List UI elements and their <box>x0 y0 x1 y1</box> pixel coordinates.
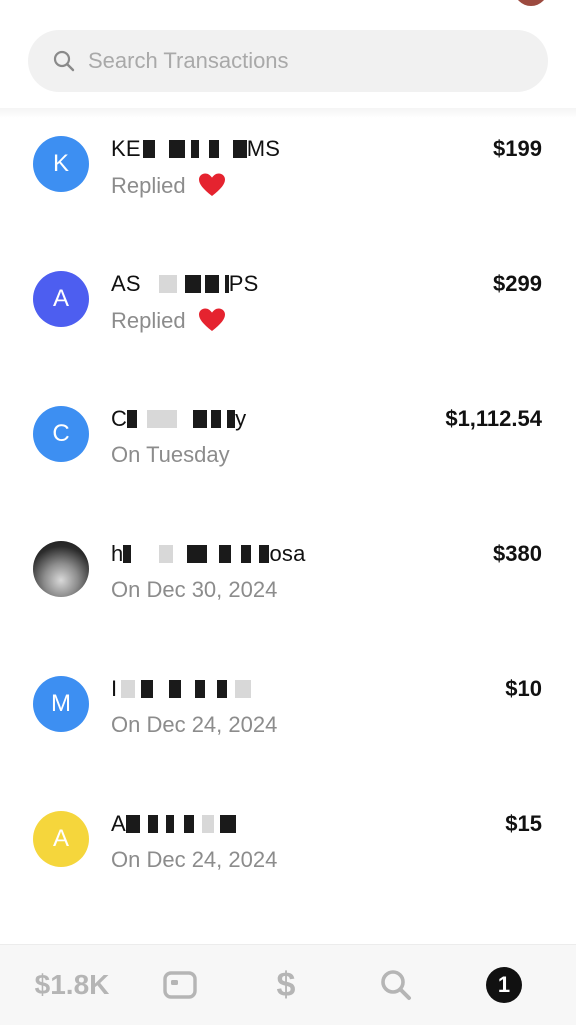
transaction-amount: $299 <box>493 271 542 296</box>
name-prefix: h <box>111 541 124 566</box>
transaction-status: On Dec 24, 2024 <box>111 847 278 872</box>
transaction-status: Replied <box>111 307 226 334</box>
transaction-name: KE MS <box>111 136 280 162</box>
redaction <box>158 275 177 293</box>
redaction <box>169 680 182 698</box>
status-text: Replied <box>111 173 186 198</box>
transaction-row[interactable]: A A On Dec 24, 2024 $15 <box>0 793 576 928</box>
redaction <box>204 275 219 293</box>
name-suffix: y <box>235 406 247 431</box>
heart-icon <box>198 308 225 331</box>
transaction-row[interactable]: C Cy On Tuesday $1,112.54 <box>0 388 576 523</box>
transaction-row[interactable]: M I On Dec 24, 2024 $10 <box>0 658 576 793</box>
redaction <box>168 140 185 158</box>
transaction-status: On Tuesday <box>111 442 230 467</box>
redaction <box>208 140 219 158</box>
redaction <box>121 680 136 698</box>
transaction-name: A <box>111 811 236 837</box>
transaction-status: On Dec 24, 2024 <box>111 712 278 737</box>
tab-pay[interactable]: $ <box>266 965 306 1005</box>
name-suffix: osa <box>269 541 306 566</box>
transaction-row[interactable]: A AS PS Replied $299 <box>0 253 576 388</box>
transaction-status: Replied <box>111 172 226 199</box>
redaction <box>184 275 201 293</box>
name-prefix: AS <box>111 271 141 296</box>
redaction <box>142 140 155 158</box>
redaction <box>183 815 194 833</box>
redaction <box>227 410 236 428</box>
activity-badge: 1 <box>497 972 511 997</box>
tab-card[interactable] <box>160 965 200 1005</box>
name-suffix: MS <box>246 136 281 161</box>
redaction <box>147 410 178 428</box>
search-input[interactable] <box>86 47 510 75</box>
name-suffix: PS <box>228 271 259 296</box>
search-icon <box>53 50 75 72</box>
redaction <box>211 410 222 428</box>
redaction <box>127 410 138 428</box>
redaction <box>123 545 132 563</box>
avatar: K <box>33 136 89 192</box>
redaction <box>235 680 252 698</box>
tab-activity[interactable]: 1 <box>486 967 522 1003</box>
name-prefix: C <box>111 406 128 431</box>
redaction <box>217 680 228 698</box>
search-bar[interactable] <box>28 30 548 92</box>
transaction-amount: $1,112.54 <box>445 406 542 431</box>
search-icon <box>381 970 411 1000</box>
redaction <box>147 815 158 833</box>
redaction <box>187 545 208 563</box>
transaction-name: I <box>111 676 252 702</box>
transaction-row[interactable]: K KE MS Replied $199 <box>0 118 576 253</box>
transaction-amount: $10 <box>505 676 542 701</box>
avatar: C <box>33 406 89 462</box>
transaction-row[interactable]: h osa On Dec 30, 2024 $380 <box>0 523 576 658</box>
avatar: M <box>33 676 89 732</box>
card-icon <box>163 971 197 999</box>
transaction-name: AS PS <box>111 271 259 297</box>
avatar <box>33 541 89 597</box>
heart-icon <box>198 173 225 196</box>
transaction-name: Cy <box>111 406 246 432</box>
status-text: Replied <box>111 308 186 333</box>
redaction <box>141 680 154 698</box>
transaction-amount: $15 <box>505 811 542 836</box>
redaction <box>241 545 252 563</box>
redaction <box>201 815 214 833</box>
redaction <box>219 545 232 563</box>
header-divider <box>0 108 576 118</box>
name-prefix: A <box>111 811 126 836</box>
redaction <box>165 815 174 833</box>
header-top-edge <box>0 0 576 10</box>
profile-avatar[interactable] <box>514 0 548 6</box>
redaction <box>232 140 247 158</box>
transaction-amount: $380 <box>493 541 542 566</box>
redaction <box>259 545 270 563</box>
name-prefix: KE <box>111 136 141 161</box>
redaction <box>195 680 206 698</box>
redaction <box>125 815 140 833</box>
transaction-amount: $199 <box>493 136 542 161</box>
redaction <box>219 815 236 833</box>
redaction <box>190 140 199 158</box>
avatar: A <box>33 811 89 867</box>
redaction <box>159 545 174 563</box>
tab-balance[interactable]: $1.8K <box>30 965 114 1005</box>
redaction <box>193 410 208 428</box>
avatar: A <box>33 271 89 327</box>
tab-search[interactable] <box>376 965 416 1005</box>
bottom-tab-bar: $1.8K $ 1 <box>0 944 576 1025</box>
transaction-name: h osa <box>111 541 306 567</box>
name-prefix: I <box>111 676 118 701</box>
transaction-status: On Dec 30, 2024 <box>111 577 278 602</box>
